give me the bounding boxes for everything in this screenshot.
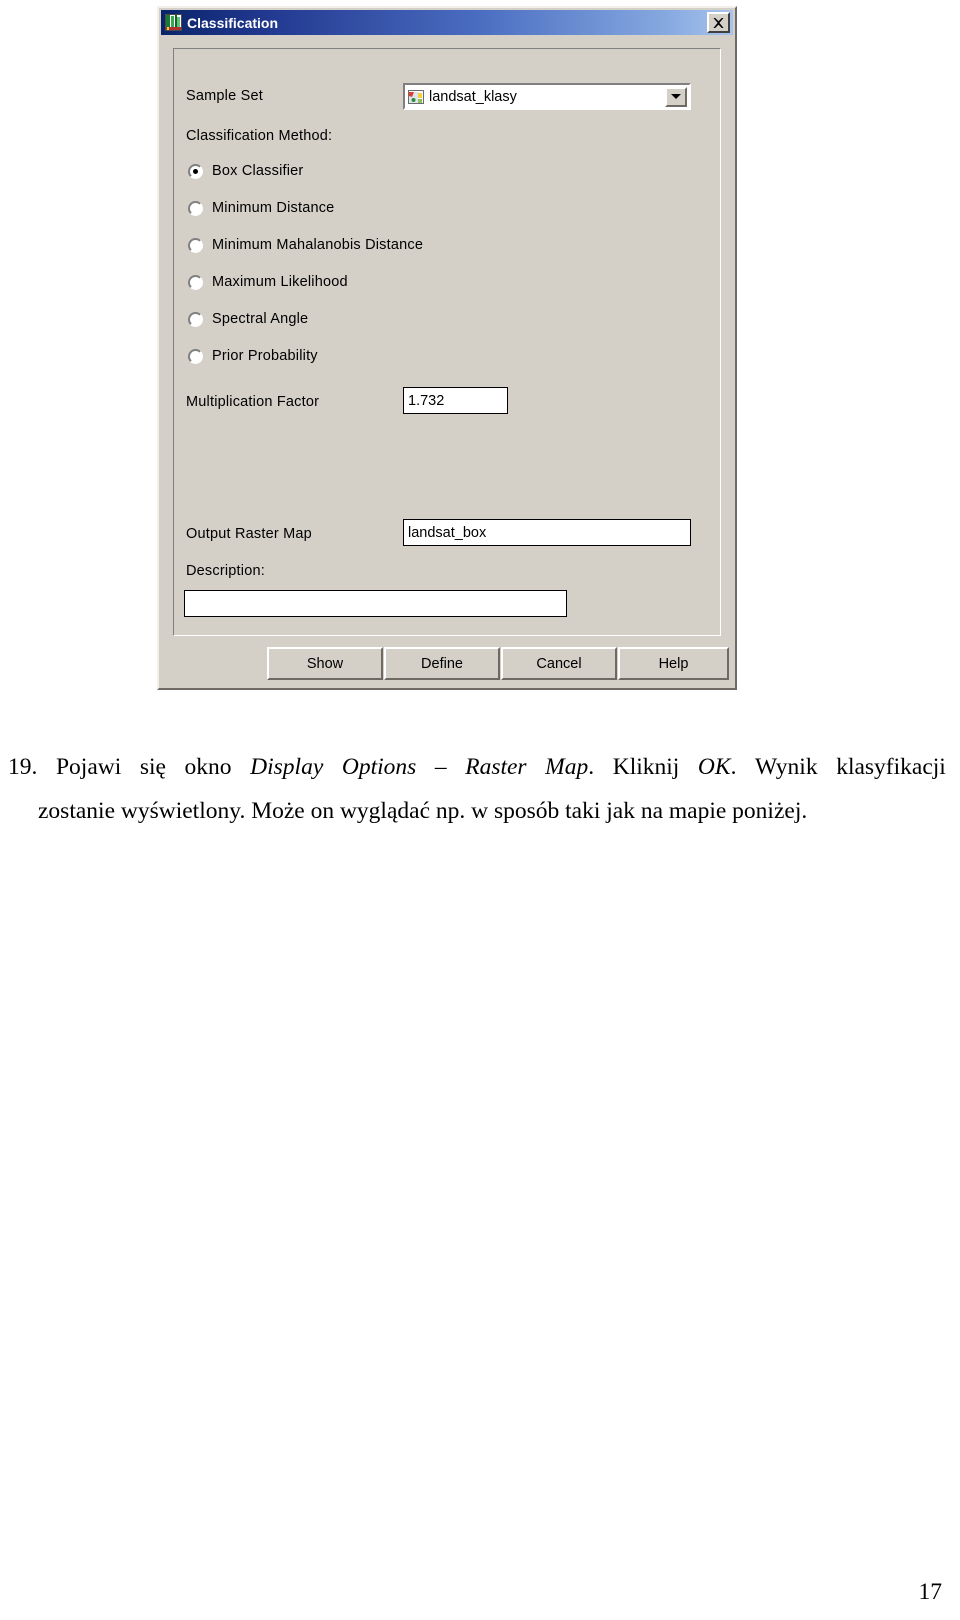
radio-spectral-angle-icon[interactable] (188, 311, 203, 327)
sample-set-combobox[interactable]: landsat_klasy (403, 83, 691, 110)
close-button[interactable] (707, 12, 730, 33)
radio-option-spectral-angle[interactable]: Spectral Angle (188, 311, 308, 327)
radio-label-minimum-mahalanobis-distance: Minimum Mahalanobis Distance (212, 237, 424, 253)
classification-app-icon (165, 14, 182, 31)
radio-minimum-mahalanobis-distance-icon[interactable] (188, 237, 203, 253)
line1-word-dash: – (434, 754, 447, 780)
radio-label-box-classifier: Box Classifier (212, 163, 304, 179)
classification-dialog: Classification Sample Set landsat_klasy … (157, 6, 737, 690)
line1-word-display: Display (250, 754, 324, 780)
close-icon (713, 17, 724, 28)
radio-label-maximum-likelihood: Maximum Likelihood (212, 274, 348, 290)
sample-set-combo-value-area[interactable]: landsat_klasy (405, 85, 665, 108)
line1-word-raster: Raster (465, 754, 527, 780)
multiplication-factor-label: Multiplication Factor (186, 394, 320, 410)
instruction-line-1: 19. Pojawi się okno Display Options – Ra… (8, 745, 946, 789)
line1-word-klasyfikacji: klasyfikacji (836, 754, 946, 780)
line1-word-ok: OK (697, 754, 731, 780)
step-number: 19. (8, 754, 38, 780)
sample-set-value: landsat_klasy (429, 88, 517, 105)
multiplication-factor-input[interactable]: 1.732 (403, 387, 508, 414)
radio-box-classifier-icon[interactable] (188, 163, 203, 179)
radio-option-prior-probability[interactable]: Prior Probability (188, 348, 318, 364)
line1-word-pojawi: Pojawi (55, 754, 122, 780)
line1-period-1: . (588, 754, 595, 780)
radio-maximum-likelihood-icon[interactable] (188, 274, 203, 290)
radio-option-minimum-mahalanobis-distance[interactable]: Minimum Mahalanobis Distance (188, 237, 423, 253)
description-label: Description: (186, 563, 265, 579)
dialog-title: Classification (187, 14, 279, 31)
radio-label-minimum-distance: Minimum Distance (212, 200, 335, 216)
line1-word-okno: okno (184, 754, 232, 780)
radio-option-minimum-distance[interactable]: Minimum Distance (188, 200, 334, 216)
radio-minimum-distance-icon[interactable] (188, 200, 203, 216)
chevron-down-icon[interactable] (665, 86, 687, 107)
cancel-button[interactable]: Cancel (501, 647, 617, 680)
radio-option-box-classifier[interactable]: Box Classifier (188, 163, 303, 179)
dialog-titlebar[interactable]: Classification (161, 10, 733, 35)
sample-set-label: Sample Set (186, 88, 263, 104)
classification-method-label: Classification Method: (186, 128, 333, 144)
radio-prior-probability-icon[interactable] (188, 348, 203, 364)
line1-word-map: Map (545, 754, 589, 780)
line1-word-sie: się (139, 754, 166, 780)
output-raster-map-label: Output Raster Map (186, 526, 312, 542)
sample-set-map-icon (408, 89, 424, 104)
show-button[interactable]: Show (267, 647, 383, 680)
radio-label-spectral-angle: Spectral Angle (212, 311, 309, 327)
line1-word-wynik: Wynik (755, 754, 818, 780)
radio-option-maximum-likelihood[interactable]: Maximum Likelihood (188, 274, 348, 290)
output-raster-map-input[interactable]: landsat_box (403, 519, 691, 546)
instruction-paragraph: 19. Pojawi się okno Display Options – Ra… (8, 745, 946, 833)
line1-word-options: Options (341, 754, 417, 780)
page-number: 17 (918, 1579, 943, 1605)
radio-label-prior-probability: Prior Probability (212, 348, 318, 364)
help-button[interactable]: Help (618, 647, 729, 680)
instruction-line-2: zostanie wyświetlony. Może on wyglądać n… (38, 798, 808, 824)
define-button[interactable]: Define (384, 647, 500, 680)
line1-period-2: . (730, 754, 737, 780)
description-input[interactable] (184, 590, 567, 617)
line1-word-kliknij: Kliknij (612, 754, 680, 780)
